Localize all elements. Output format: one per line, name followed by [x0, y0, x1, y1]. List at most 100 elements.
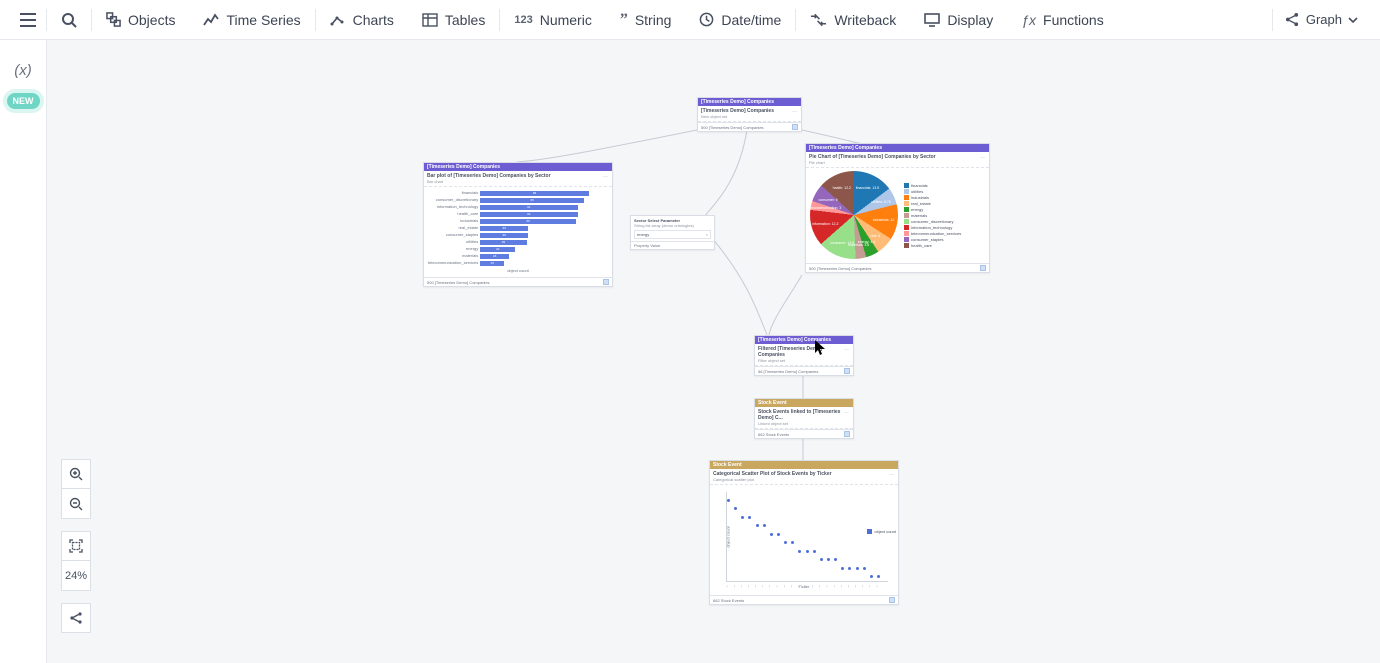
tables-icon [422, 13, 438, 27]
functions-icon: ƒx [1021, 12, 1036, 28]
node-title: Filtered [Timeseries Demo] Companies [758, 346, 822, 358]
node-hdr-label: [Timeseries Demo] Companies [701, 99, 774, 105]
toolbar-string-label: String [635, 12, 672, 28]
canvas-controls: 24% [61, 459, 91, 645]
search-icon [61, 12, 77, 28]
toolbar-writeback[interactable]: Writeback [796, 0, 910, 40]
graph-icon [1285, 12, 1300, 27]
writeback-icon [810, 13, 827, 27]
toolbar-objects[interactable]: Objects [92, 0, 189, 40]
node-title: Stock Events linked to [Timeseries Demo]… [758, 409, 840, 421]
toolbar-tables[interactable]: Tables [408, 0, 499, 40]
clock-icon [699, 12, 714, 27]
param-input[interactable]: energy × [634, 230, 711, 239]
node-footer: 662 Stock Events [758, 432, 789, 437]
node-sub: New object set [701, 114, 774, 119]
node-pie-chart[interactable]: [Timeseries Demo] Companies Pie Chart of… [805, 143, 990, 273]
graph-canvas[interactable]: [Timeseries Demo] Companies [Timeseries … [47, 40, 1380, 663]
view-mode-label: Graph [1306, 12, 1342, 27]
node-title: Bar plot of [Timeseries Demo] Companies … [427, 173, 551, 179]
toolbar-datetime-label: Date/time [721, 12, 781, 28]
node-sub: Filter object set [758, 358, 844, 363]
chevron-down-icon [1348, 17, 1358, 23]
hamburger-icon [20, 13, 36, 27]
view-mode-dropdown[interactable]: Graph [1273, 12, 1370, 27]
more-icon[interactable]: … [889, 471, 895, 482]
node-sub: Pie chart [809, 160, 936, 165]
node-sub: Bar chart [427, 179, 551, 184]
node-footer: 662 Stock Events [713, 598, 744, 603]
bar-xaxis-label: object count [428, 268, 608, 273]
menu-button[interactable] [10, 0, 46, 40]
node-footer: 500 [Timeseries Demo] Companies [427, 280, 490, 285]
timeseries-icon [203, 13, 219, 27]
toolbar-charts-label: Charts [353, 12, 394, 28]
close-icon[interactable]: × [706, 232, 708, 237]
node-scatter-chart[interactable]: Stock Event Categorical Scatter Plot of … [709, 460, 899, 605]
more-icon[interactable]: … [844, 409, 850, 426]
zoom-level[interactable]: 24% [61, 561, 91, 591]
string-icon: ” [620, 11, 628, 29]
param-value: energy [637, 232, 649, 237]
pie-plot: financials: 13.5utilities: 5.76industria… [810, 171, 898, 259]
more-icon[interactable]: … [792, 108, 798, 119]
fx-icon[interactable]: (x) [14, 62, 32, 79]
toolbar-timeseries-label: Time Series [226, 12, 300, 28]
zoom-out-button[interactable] [61, 489, 91, 519]
toolbar-timeseries[interactable]: Time Series [189, 0, 314, 40]
display-icon [924, 13, 940, 27]
node-filtered-companies[interactable]: [Timeseries Demo] Companies Filtered [Ti… [754, 335, 854, 376]
toolbar-objects-label: Objects [128, 12, 175, 28]
toolbar-datetime[interactable]: Date/time [685, 0, 795, 40]
node-sub: Linked object set [758, 421, 844, 426]
zoom-in-icon [69, 467, 83, 481]
more-icon[interactable]: … [844, 346, 850, 363]
fit-button[interactable] [61, 531, 91, 561]
node-linked-stock-events[interactable]: Stock Event Stock Events linked to [Time… [754, 398, 854, 439]
fit-icon [69, 539, 83, 553]
param-footer: Property Value [631, 241, 714, 249]
param-sub: String list array (demo ontologies) [634, 223, 711, 228]
more-icon[interactable]: … [980, 154, 986, 165]
pie-legend: financialsutilitiesindustrialsreal_estat… [904, 183, 961, 248]
bar-chart-plot: financialsconsumer_discretionaryinformat… [428, 190, 608, 266]
toolbar-tables-label: Tables [445, 12, 485, 28]
more-icon[interactable]: … [603, 173, 609, 184]
toolbar-string[interactable]: ” String [606, 0, 686, 40]
node-bar-chart[interactable]: [Timeseries Demo] Companies Bar plot of … [423, 162, 613, 287]
auto-layout-button[interactable] [61, 603, 91, 633]
auto-layout-icon [69, 611, 83, 625]
node-hdr-label: [Timeseries Demo] Companies [758, 337, 831, 343]
node-footer: 500 [Timeseries Demo] Companies [701, 125, 764, 130]
left-sidebar: (x) NEW [0, 40, 47, 663]
node-title: Pie Chart of [Timeseries Demo] Companies… [809, 154, 936, 160]
zoom-out-icon [69, 497, 83, 511]
new-badge[interactable]: NEW [7, 93, 40, 109]
toolbar-charts[interactable]: Charts [316, 0, 408, 40]
toolbar-numeric-label: Numeric [540, 12, 592, 28]
numeric-icon: 123 [514, 14, 532, 26]
toolbar-writeback-label: Writeback [834, 12, 896, 28]
toolbar-display-label: Display [947, 12, 993, 28]
node-footer: 56 [Timeseries Demo] Companies [758, 369, 818, 374]
zoom-in-button[interactable] [61, 459, 91, 489]
node-footer: 500 [Timeseries Demo] Companies [809, 266, 872, 271]
zoom-level-text: 24% [65, 570, 87, 582]
charts-icon [330, 13, 346, 27]
search-button[interactable] [47, 0, 91, 40]
toolbar-functions-label: Functions [1043, 12, 1104, 28]
toolbar-numeric[interactable]: 123 Numeric [500, 0, 605, 40]
scatter-legend: object count [867, 529, 896, 534]
scatter-plot: object count |||||||||||||||||||||| [726, 492, 888, 582]
node-companies-source[interactable]: [Timeseries Demo] Companies [Timeseries … [697, 97, 802, 132]
objects-icon [106, 12, 121, 27]
node-hdr-label: [Timeseries Demo] Companies [427, 164, 500, 170]
toolbar-display[interactable]: Display [910, 0, 1007, 40]
node-hdr-label: Stock Event [758, 400, 787, 406]
node-sub: Categorical scatter plot [713, 477, 832, 482]
node-parameter[interactable]: Sector Select Parameter String list arra… [630, 215, 715, 250]
scatter-ylabel: object count [725, 526, 730, 548]
node-hdr-label: Stock Event [713, 462, 742, 468]
toolbar: Objects Time Series Charts Tables 123 Nu… [0, 0, 1380, 40]
toolbar-functions[interactable]: ƒx Functions [1007, 0, 1118, 40]
